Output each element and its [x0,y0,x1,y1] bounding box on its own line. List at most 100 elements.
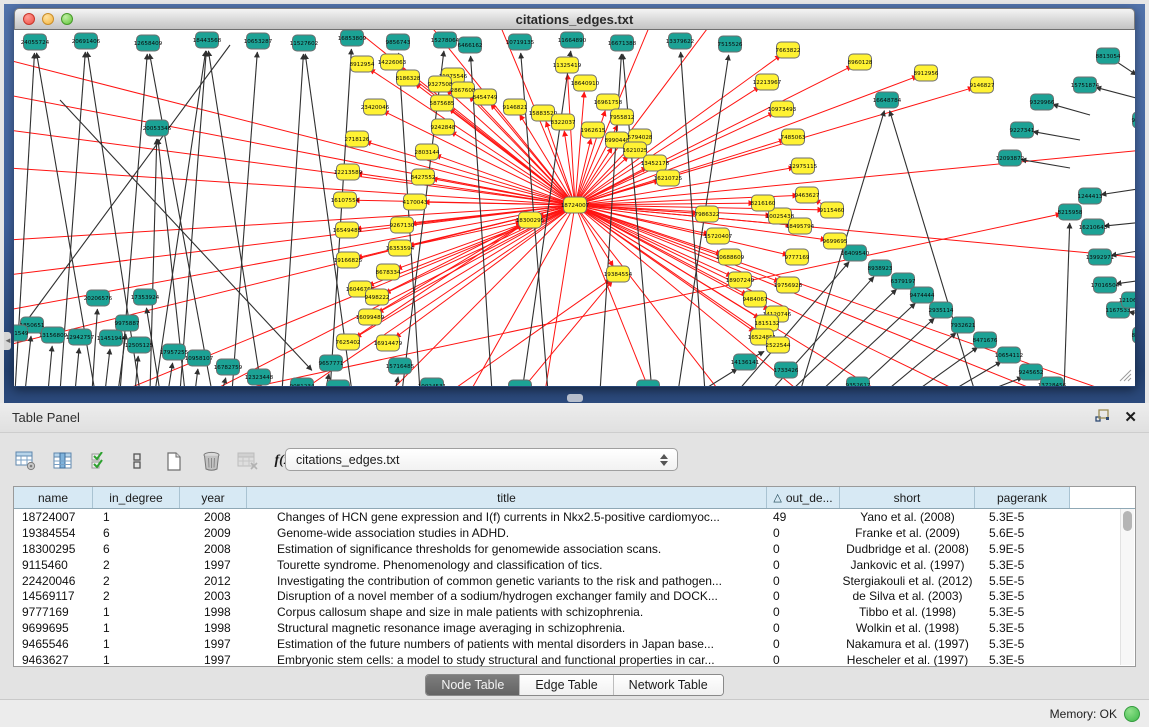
cell-title[interactable]: Estimation of the future numbers of pati… [247,637,767,651]
float-panel-icon[interactable] [1095,409,1110,427]
graph-edge[interactable] [985,377,1023,386]
graph-node[interactable]: 1244413 [1078,188,1103,204]
graph-edge[interactable] [1111,250,1135,256]
cell-pagerank[interactable]: 5.5E-5 [975,574,1070,588]
cell-short[interactable]: Dudbridge et al. (2008) [840,542,975,556]
cell-title[interactable]: Tourette syndrome. Phenomenology and cla… [247,558,767,572]
graph-node[interactable]: 8427552 [411,169,436,185]
network-view-window[interactable]: citations_edges.txt 24055724206914061265… [14,8,1135,387]
cell-year[interactable]: 1998 [180,621,247,635]
cell-in-degree[interactable]: 6 [93,542,180,556]
tab-edge-table[interactable]: Edge Table [519,675,612,695]
graph-node[interactable]: 18640910 [571,75,600,91]
graph-node[interactable]: 1962615 [581,122,606,138]
cell-short[interactable]: Wolkin et al. (1998) [840,621,975,635]
graph-node[interactable]: 9267130 [390,217,415,233]
graph-node[interactable]: 12942757 [66,329,95,345]
graph-edge[interactable] [575,205,650,386]
table-row[interactable]: 969969511998Structural magnetic resonanc… [14,620,1135,636]
graph-edge[interactable] [855,318,934,386]
graph-node[interactable]: 10024531 [418,378,447,386]
graph-node[interactable]: 9975887 [115,315,140,331]
graph-node[interactable]: 7932621 [951,317,976,333]
graph-edge[interactable] [575,205,780,282]
table-header-row[interactable]: namein_degreeyeartitle△out_de...shortpag… [14,487,1135,509]
graph-node[interactable]: 9777169 [785,249,810,265]
table-row[interactable]: 1938455462009Genome-wide association stu… [14,525,1135,541]
graph-node[interactable]: 20691406 [72,33,101,49]
graph-edge[interactable] [1033,132,1080,140]
graph-node[interactable]: 10688609 [716,249,745,265]
cell-out-de-[interactable]: 0 [767,526,840,540]
graph-node[interactable]: 8960128 [848,54,873,70]
graph-node[interactable]: 18300295 [516,212,545,228]
graph-node[interactable]: 12213589 [334,164,363,180]
cell-pagerank[interactable]: 5.3E-5 [975,605,1070,619]
table-selector[interactable]: citations_edges.txt [285,448,678,471]
graph-node[interactable]: 12323448 [245,369,274,385]
resize-grip-icon[interactable] [1128,378,1131,381]
cell-name[interactable]: 14569117 [14,589,93,603]
cell-out-de-[interactable]: 0 [767,621,840,635]
graph-node[interactable]: 7955812 [610,109,635,125]
column-header-pagerank[interactable]: pagerank [975,487,1070,508]
cell-name[interactable]: 9777169 [14,605,93,619]
cell-title[interactable]: Estimation of significance thresholds fo… [247,542,767,556]
graph-node[interactable]: 13379622 [666,33,694,49]
select-all-icon[interactable] [88,448,112,474]
graph-node[interactable]: 16549485 [333,222,362,238]
graph-node[interactable]: 12505125 [125,337,154,353]
graph-node[interactable]: 9329966 [1030,94,1055,110]
cell-pagerank[interactable]: 5.6E-5 [975,526,1070,540]
graph-edge[interactable] [282,54,303,386]
graph-edge[interactable] [92,309,97,386]
cell-in-degree[interactable]: 1 [93,605,180,619]
cell-short[interactable]: Franke et al. (2009) [840,526,975,540]
graph-node[interactable]: 11451944 [97,330,126,346]
network-canvas[interactable]: 2405572420691406126584091844356810653287… [14,30,1135,386]
cell-year[interactable]: 2009 [180,526,247,540]
cell-pagerank[interactable]: 5.3E-5 [975,621,1070,635]
graph-edge[interactable] [180,51,206,386]
graph-node[interactable]: 4170043 [403,194,428,210]
column-header-in-degree[interactable]: in_degree [93,487,180,508]
graph-node[interactable]: 15278064 [431,32,460,48]
close-panel-icon[interactable]: ✕ [1124,410,1137,425]
graph-node[interactable]: 8813054 [1096,48,1121,64]
graph-node[interactable]: 8216160 [751,195,776,211]
graph-node[interactable]: 16210643 [1079,219,1108,235]
table-body[interactable]: 1872400712008Changes of HCN gene express… [14,509,1135,667]
graph-node[interactable]: 8678334 [376,264,401,280]
graph-edge[interactable] [1101,188,1135,195]
graph-node[interactable]: 14136141 [731,354,760,370]
graph-node[interactable]: 1621025 [623,142,648,158]
graph-node[interactable]: 11527602 [290,35,318,51]
column-header-short[interactable]: short [840,487,975,508]
graph-node[interactable]: 17016504 [1091,277,1120,293]
cell-short[interactable]: Hescheler et al. (1997) [840,653,975,667]
graph-node[interactable]: 12658409 [134,35,163,51]
graph-edge[interactable] [1096,87,1135,100]
cell-pagerank[interactable]: 5.3E-5 [975,589,1070,603]
graph-node[interactable]: 15716485 [386,358,415,374]
cell-short[interactable]: Nakamura et al. (1997) [840,637,975,651]
graph-node[interactable]: 16782759 [214,359,243,375]
cell-pagerank[interactable]: 5.3E-5 [975,558,1070,572]
graph-node[interactable]: 6466162 [458,37,483,53]
graph-node[interactable]: 16210725 [654,170,683,186]
table-options-icon[interactable] [14,448,38,474]
cell-short[interactable]: Tibbo et al. (1998) [840,605,975,619]
graph-node[interactable]: 1991549 [14,325,29,341]
column-header-title[interactable]: title [247,487,767,508]
graph-node[interactable]: 10719135 [506,34,535,50]
graph-node[interactable]: 9245652 [1019,364,1044,380]
cell-year[interactable]: 1998 [180,605,247,619]
graph-node[interactable]: 14226063 [378,54,407,70]
graph-node[interactable]: 19384554 [604,266,633,282]
graph-node[interactable]: 9327508 [428,76,453,92]
graph-node[interactable]: 8654098 [508,380,533,386]
graph-node[interactable]: 13992971 [1086,249,1115,265]
graph-node[interactable]: 16099489 [356,309,385,325]
cell-out-de-[interactable]: 49 [767,510,840,524]
cell-title[interactable]: Investigating the contribution of common… [247,574,767,588]
